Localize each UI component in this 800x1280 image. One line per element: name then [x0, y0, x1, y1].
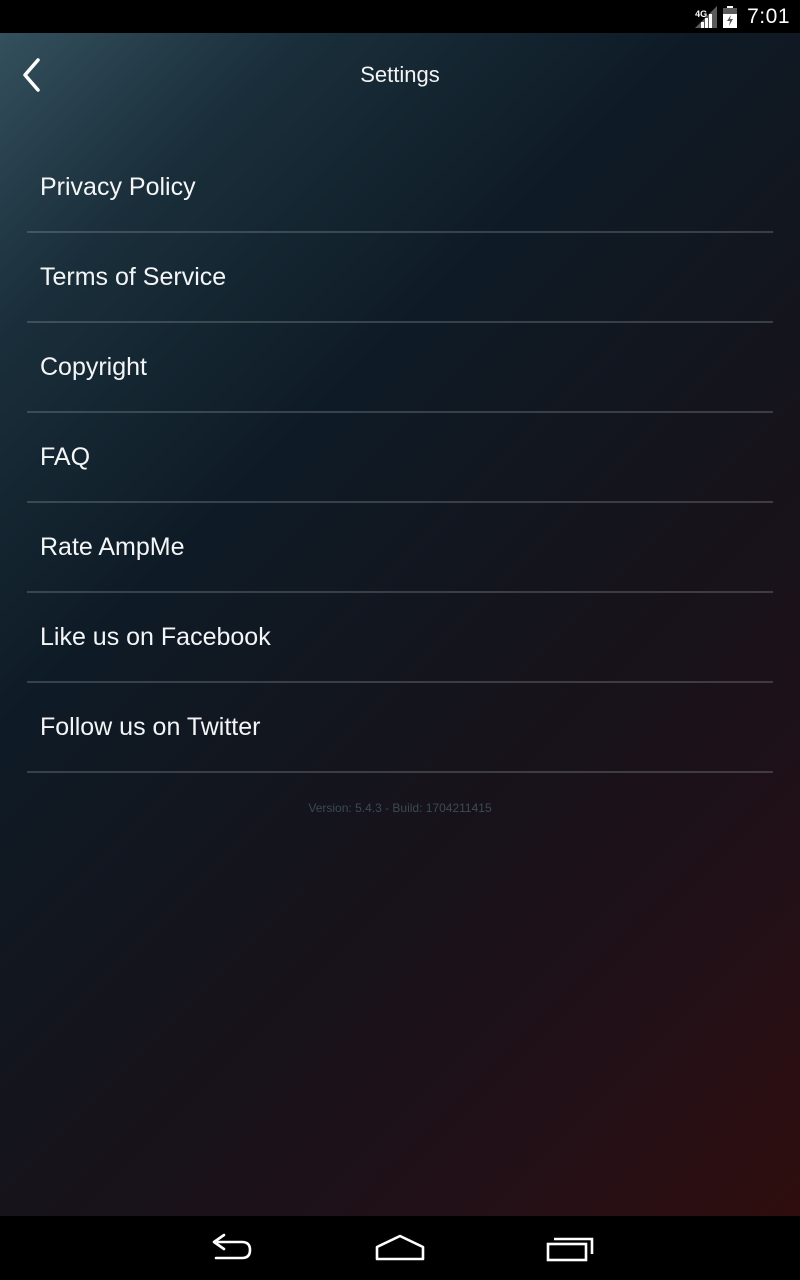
- menu-item-facebook[interactable]: Like us on Facebook: [27, 593, 773, 683]
- menu-item-copyright[interactable]: Copyright: [27, 323, 773, 413]
- back-icon: [212, 1233, 252, 1260]
- menu-item-terms-of-service[interactable]: Terms of Service: [27, 233, 773, 323]
- page-title: Settings: [360, 62, 440, 87]
- network-type-label: 4G: [695, 8, 708, 19]
- header: Settings: [0, 33, 800, 117]
- menu-item-privacy-policy[interactable]: Privacy Policy: [27, 143, 773, 233]
- menu-item-rate-ampme[interactable]: Rate AmpMe: [27, 503, 773, 593]
- version-text: Version: 5.4.3 - Build: 1704211415: [308, 801, 492, 815]
- menu-item-label: Terms of Service: [40, 262, 227, 291]
- nav-recents-button[interactable]: [540, 1228, 600, 1268]
- home-icon: [375, 1234, 425, 1261]
- menu-item-label: Privacy Policy: [40, 172, 196, 201]
- status-icons: 4G 7:01: [695, 0, 790, 33]
- status-time: 7:01: [747, 4, 790, 28]
- menu-item-label: Rate AmpMe: [40, 532, 185, 561]
- nav-back-button[interactable]: [200, 1228, 260, 1268]
- settings-screen: Settings Privacy Policy Terms of Service…: [0, 33, 800, 1216]
- status-bar: 4G 7:01: [0, 0, 800, 33]
- cell-signal-icon: 4G: [695, 5, 718, 28]
- menu-item-label: Copyright: [40, 352, 147, 381]
- menu-item-faq[interactable]: FAQ: [27, 413, 773, 503]
- menu-item-label: Like us on Facebook: [40, 622, 271, 651]
- nav-home-button[interactable]: [370, 1228, 430, 1268]
- menu-item-twitter[interactable]: Follow us on Twitter: [27, 683, 773, 773]
- system-nav-bar: [0, 1216, 800, 1280]
- menu-item-label: Follow us on Twitter: [40, 712, 261, 741]
- settings-menu: Privacy Policy Terms of Service Copyrigh…: [27, 143, 773, 773]
- menu-item-label: FAQ: [40, 442, 91, 471]
- recents-icon: [546, 1237, 594, 1262]
- battery-icon: [723, 5, 738, 28]
